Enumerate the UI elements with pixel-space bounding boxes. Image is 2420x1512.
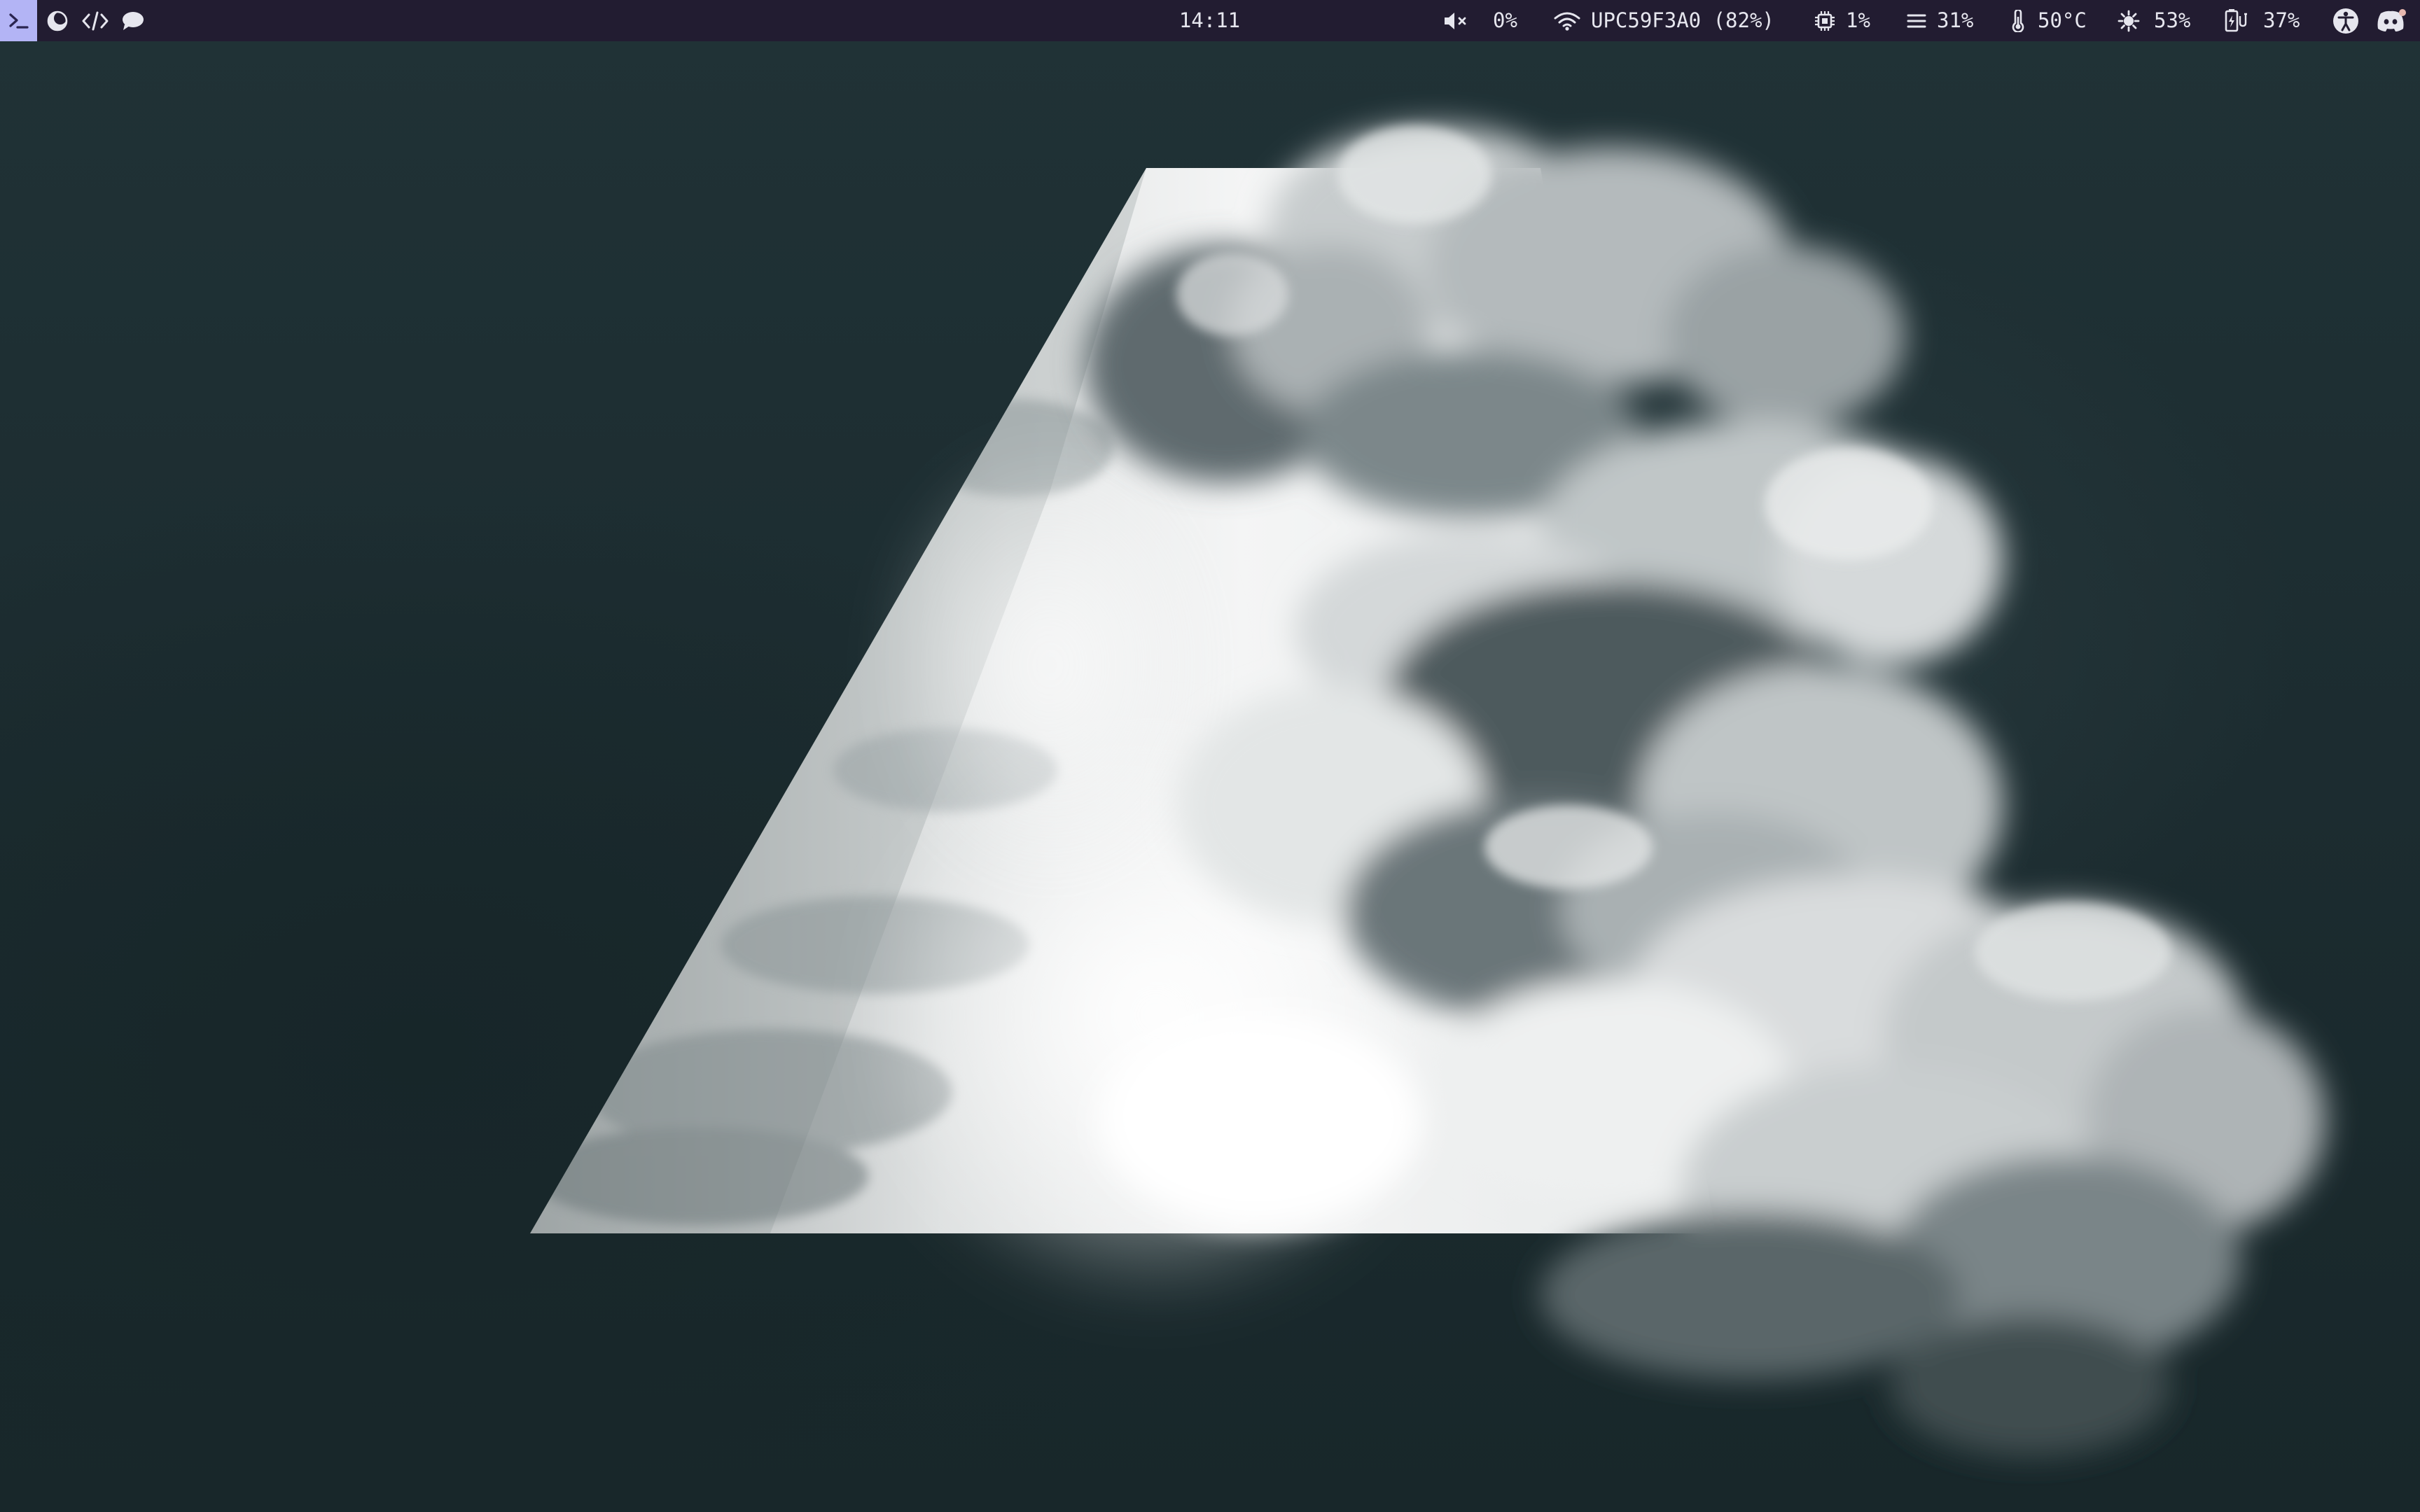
cpu-status[interactable]: 1%: [1814, 0, 1870, 41]
battery-status[interactable]: 37%: [2224, 0, 2300, 41]
workspace-firefox-button[interactable]: [42, 0, 73, 41]
top-bar: 14:11 0% UPC59F3A0 (82%) 1% 31% 50°C 53%…: [0, 0, 2420, 41]
speaker-muted-icon: [1445, 12, 1466, 29]
desktop: 14:11 0% UPC59F3A0 (82%) 1% 31% 50°C 53%…: [0, 0, 2420, 1512]
wifi-label: UPC59F3A0 (82%): [1591, 8, 1774, 32]
cpu-label: 1%: [1846, 8, 1870, 32]
memory-bars-icon: [1907, 14, 1926, 27]
wallpaper-image: [530, 126, 2325, 1456]
sun-icon: [2118, 10, 2140, 31]
code-icon: [82, 11, 109, 30]
chat-bubble-icon: [123, 11, 144, 30]
accessibility-icon: [2333, 8, 2358, 34]
memory-label: 31%: [1937, 8, 1974, 32]
left-tray: [42, 0, 155, 41]
discord-tray-button[interactable]: [2375, 0, 2406, 41]
wifi-icon: [1554, 12, 1580, 31]
workspace-code-button[interactable]: [80, 0, 111, 41]
workspace-chat-button[interactable]: [118, 0, 148, 41]
temperature-label: 50°C: [2038, 8, 2087, 32]
app-launcher-button[interactable]: [0, 0, 37, 41]
moon-icon: [47, 10, 68, 31]
cpu-chip-icon: [1815, 10, 1835, 31]
volume-status[interactable]: 0%: [1442, 0, 1517, 41]
terminal-icon: [8, 13, 29, 29]
temperature-status[interactable]: 50°C: [2011, 0, 2087, 41]
wifi-status[interactable]: UPC59F3A0 (82%): [1553, 0, 1774, 41]
battery-label: 37%: [2263, 8, 2300, 32]
discord-icon: [2377, 8, 2406, 31]
volume-label: 0%: [1493, 8, 1517, 32]
thermometer-icon: [2012, 9, 2024, 32]
memory-status[interactable]: 31%: [1906, 0, 1973, 41]
notification-dot: [2399, 8, 2406, 16]
brightness-status[interactable]: 53%: [2118, 0, 2190, 41]
battery-charging-icon: [2225, 8, 2247, 31]
clock[interactable]: 14:11: [1176, 0, 1243, 41]
accessibility-tray-button[interactable]: [2332, 0, 2360, 41]
brightness-label: 53%: [2154, 8, 2191, 32]
